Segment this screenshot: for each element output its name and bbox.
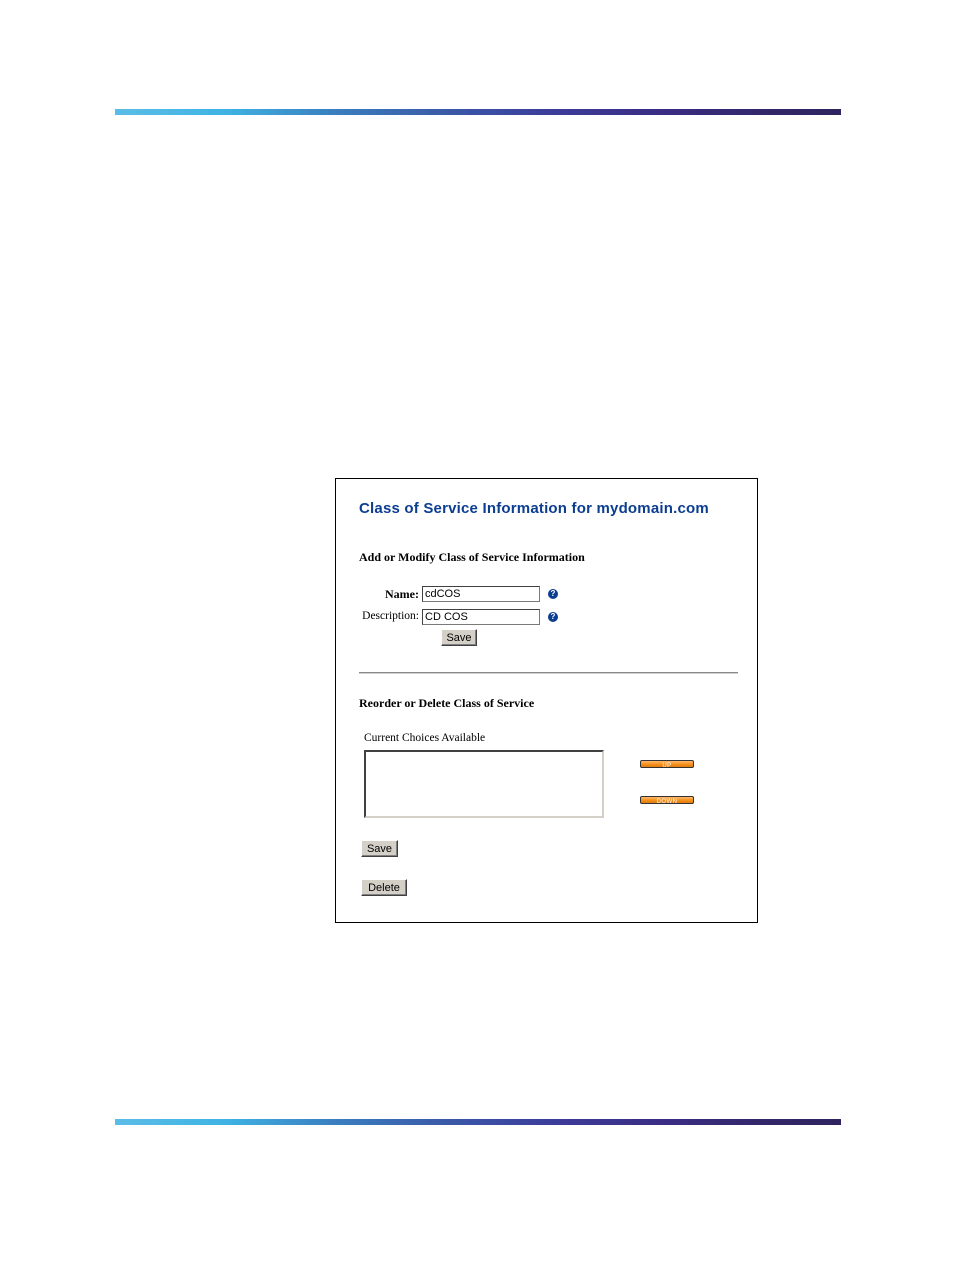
move-up-button[interactable]: UP	[640, 760, 694, 769]
description-input[interactable]	[422, 609, 540, 625]
page-title: Class of Service Information for mydomai…	[359, 500, 709, 517]
footer-rule-bar	[115, 1119, 841, 1125]
delete-button[interactable]: Delete	[361, 879, 407, 896]
name-label: Name:	[385, 587, 419, 601]
section-divider	[359, 672, 738, 674]
add-modify-heading: Add or Modify Class of Service Informati…	[359, 550, 585, 564]
current-choices-listbox[interactable]	[364, 750, 604, 818]
description-label: Description:	[362, 610, 419, 622]
class-of-service-panel: Class of Service Information for mydomai…	[335, 478, 758, 923]
move-down-button[interactable]: DOWN	[640, 796, 694, 805]
save-order-button[interactable]: Save	[361, 840, 398, 857]
help-icon[interactable]: ?	[548, 612, 558, 622]
name-input[interactable]	[422, 586, 540, 602]
save-class-of-service-button[interactable]: Save	[441, 629, 477, 646]
current-choices-label: Current Choices Available	[364, 732, 486, 744]
reorder-delete-heading: Reorder or Delete Class of Service	[359, 696, 535, 710]
header-rule-bar	[115, 109, 841, 115]
help-icon[interactable]: ?	[548, 589, 558, 599]
